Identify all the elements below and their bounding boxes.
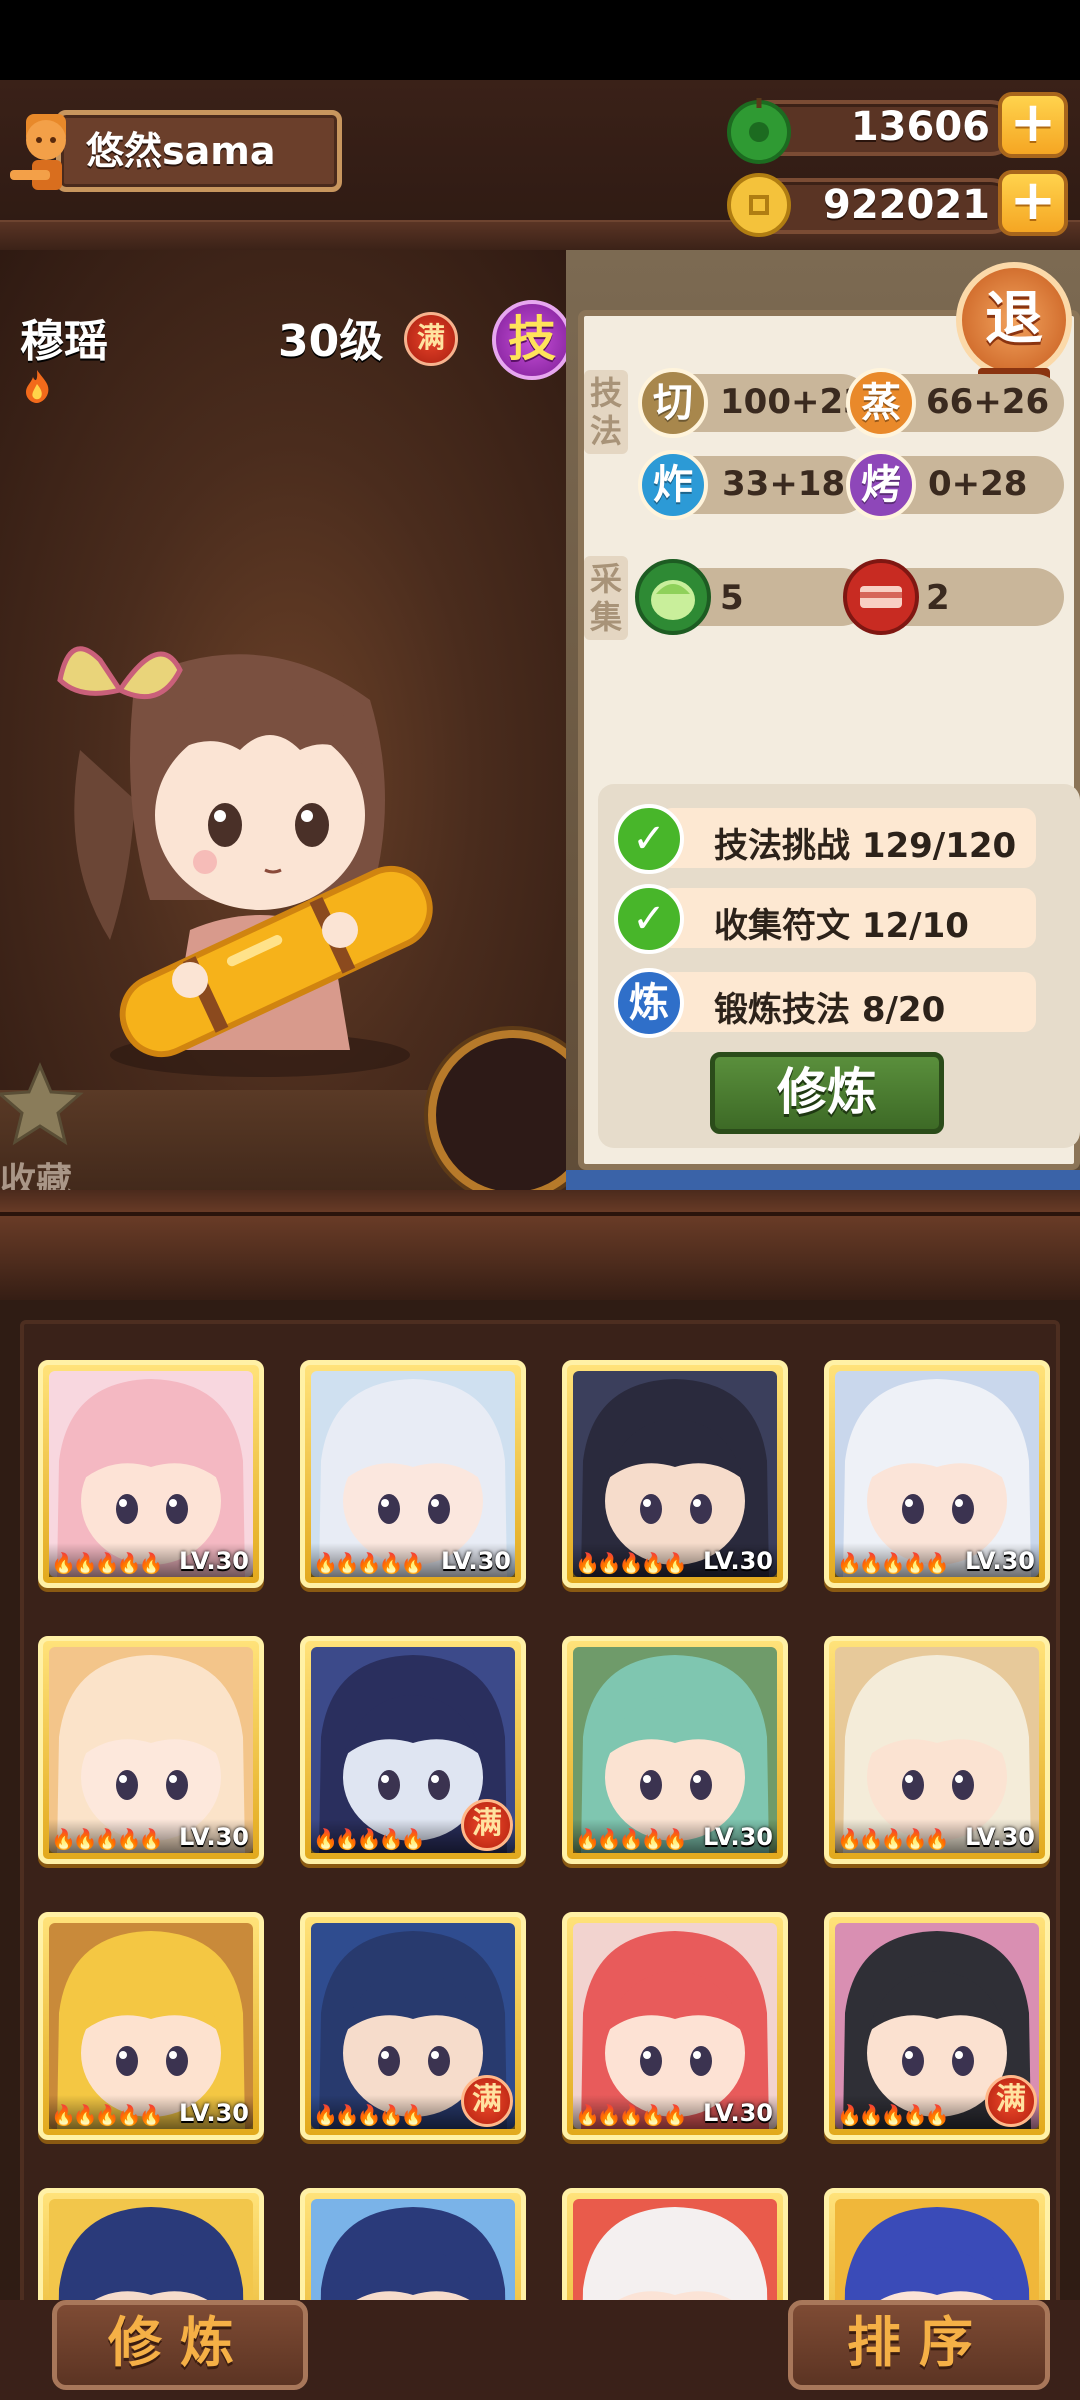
forge-icon: 炼 [614,968,684,1038]
character-card[interactable]: 🔥🔥🔥🔥🔥 LV.30 [38,1360,264,1588]
check-icon: ✓ [614,804,684,874]
card-level: LV.30 [703,1547,773,1575]
cut-skill-icon: 切 [638,368,708,438]
task-skill-challenge: 技法挑战 129/120 [714,826,1017,866]
full-level-badge: 满 [404,312,458,366]
task-forge-skill: 锻炼技法 8/20 [714,990,946,1030]
cabbage-icon [635,559,711,635]
card-level: LV.30 [965,1547,1035,1575]
meat-icon [843,559,919,635]
player-avatar-icon[interactable] [6,100,86,196]
sort-button[interactable]: 排序 [788,2300,1050,2390]
quit-button[interactable]: 退 [956,262,1072,378]
star-flames-icon: 🔥🔥🔥🔥🔥 [313,1551,426,1575]
character-card[interactable]: 🔥🔥🔥🔥🔥 LV.30 [824,1636,1050,1864]
character-card[interactable]: 🔥🔥🔥🔥🔥 LV.30 [38,1636,264,1864]
card-level: LV.30 [179,1547,249,1575]
flame-icon [26,370,49,403]
character-card[interactable]: 🔥🔥🔥🔥🔥 LV.30 [38,1912,264,2140]
player-name: 悠然sama [86,129,276,173]
star-flames-icon: 🔥🔥🔥🔥🔥 [837,2103,950,2127]
character-portrait[interactable] [40,600,480,1080]
train-button[interactable]: 修炼 [710,1052,944,1134]
roast-skill-value: 0+28 [928,464,1028,504]
star-flames-icon: 🔥🔥🔥🔥🔥 [51,1827,164,1851]
skills-tag: 技法 [584,370,628,454]
star-flames-icon: 🔥🔥🔥🔥🔥 [575,1827,688,1851]
full-level-badge: 满 [461,2075,513,2127]
star-flames-icon: 🔥🔥🔥🔥🔥 [575,2103,688,2127]
favorite-star-icon[interactable] [0,1060,90,1150]
vegetable-count: 5 [720,578,744,618]
meat-count: 2 [926,578,950,618]
card-level: LV.30 [179,2099,249,2127]
full-level-badge: 满 [985,2075,1037,2127]
character-card[interactable]: 🔥🔥🔥🔥🔥 LV.30 [562,1636,788,1864]
steam-skill-icon: 蒸 [846,368,916,438]
star-flames-icon: 🔥🔥🔥🔥🔥 [51,2103,164,2127]
steam-skill-value: 66+26 [926,382,1050,422]
task-collect-runes: 收集符文 12/10 [714,906,969,946]
coin-value: 922021 [823,182,990,228]
card-level: LV.30 [179,1823,249,1851]
character-card[interactable]: 🔥🔥🔥🔥🔥 LV.30 [562,1912,788,2140]
add-jade-button[interactable]: + [998,92,1068,158]
star-flames-icon: 🔥🔥🔥🔥🔥 [837,1551,950,1575]
jade-value: 13606 [850,104,990,150]
cut-skill-value: 100+23 [720,382,867,422]
panel-bottom-strip [566,1170,1080,1192]
card-level: LV.30 [703,2099,773,2127]
shelf-edge [0,1212,1080,1216]
character-level: 30级 [278,316,384,367]
fry-skill-icon: 炸 [638,450,708,520]
star-flames-icon: 🔥🔥🔥🔥🔥 [51,1551,164,1575]
character-card[interactable]: 🔥🔥🔥🔥🔥 LV.30 [562,1360,788,1588]
coin-icon [727,173,791,237]
character-card[interactable]: 🔥🔥🔥🔥🔥 LV.30 [300,1360,526,1588]
jade-orb-icon [727,98,791,164]
star-flames-icon: 🔥🔥🔥🔥🔥 [837,1827,950,1851]
fry-skill-value: 33+18 [722,464,846,504]
add-coin-button[interactable]: + [998,170,1068,236]
roast-skill-icon: 烤 [846,450,916,520]
gather-tag: 采集 [584,556,628,640]
card-level: LV.30 [703,1823,773,1851]
status-bar [0,0,1080,80]
skill-button[interactable]: 技 [492,300,572,380]
star-flames-icon: 🔥🔥🔥🔥🔥 [575,1551,688,1575]
card-level: LV.30 [965,1823,1035,1851]
character-card[interactable]: 🔥🔥🔥🔥🔥 满 [300,1636,526,1864]
train-tab-button[interactable]: 修炼 [52,2300,308,2390]
character-card[interactable]: 🔥🔥🔥🔥🔥 LV.30 [824,1360,1050,1588]
star-flames-icon: 🔥🔥🔥🔥🔥 [313,2103,426,2127]
card-level: LV.30 [441,1547,511,1575]
full-level-badge: 满 [461,1799,513,1851]
star-flames-icon: 🔥🔥🔥🔥🔥 [313,1827,426,1851]
check-icon: ✓ [614,884,684,954]
character-name: 穆瑶 [20,316,108,367]
character-card[interactable]: 🔥🔥🔥🔥🔥 满 [300,1912,526,2140]
character-card[interactable]: 🔥🔥🔥🔥🔥 满 [824,1912,1050,2140]
shelf-divider [0,1190,1080,1310]
